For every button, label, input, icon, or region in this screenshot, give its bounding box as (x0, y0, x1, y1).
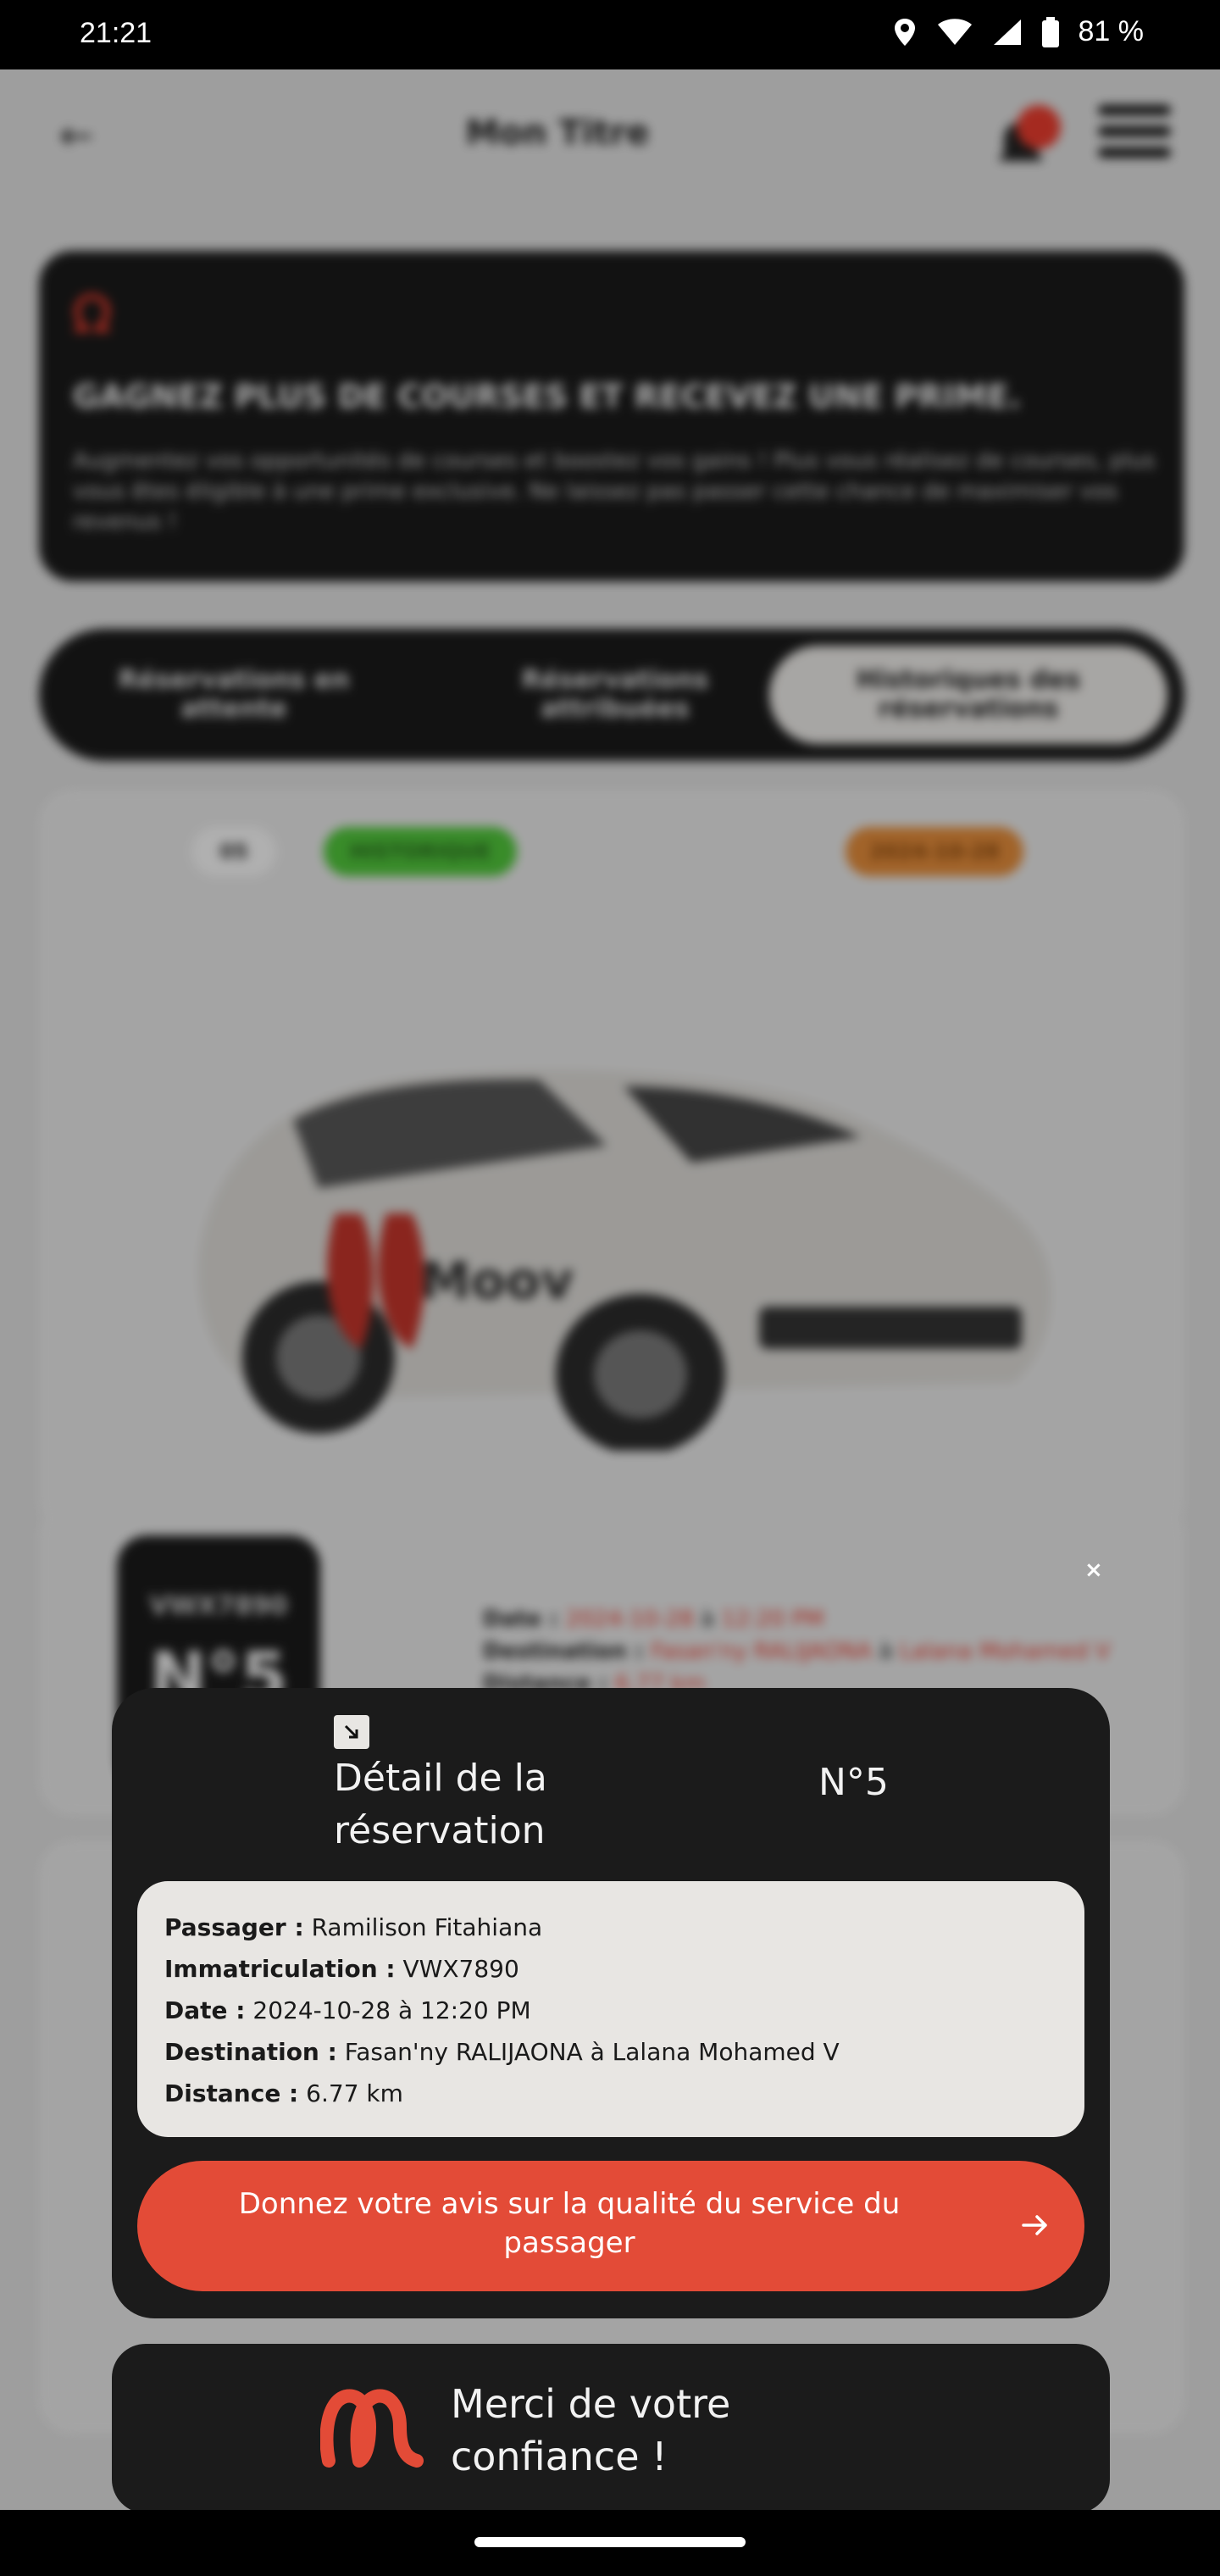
distance-value: 6.77 km (306, 2079, 403, 2107)
arrow-right-icon (1022, 2215, 1047, 2235)
date-value: 2024-10-28 à 12:20 PM (252, 1996, 531, 2024)
battery-icon (1041, 16, 1059, 47)
date-label: Date : (164, 1996, 246, 2024)
detail-row-date: Date : 2024-10-28 à 12:20 PM (164, 1990, 1057, 2031)
brand-logo-icon (320, 2389, 424, 2468)
destination-label: Destination : (164, 2038, 337, 2066)
location-icon (894, 18, 915, 46)
reservation-detail-modal: Détail de la réservation N°5 Passager : … (112, 1688, 1110, 2318)
status-bar: 21:21 81 % (0, 0, 1220, 69)
thanks-banner: Merci de votre confiance ! (112, 2344, 1110, 2513)
plate-label: Immatriculation : (164, 1955, 396, 1983)
modal-title: Détail de la réservation (334, 1757, 547, 1852)
signal-icon (993, 19, 1021, 45)
battery-level: 81 % (1078, 15, 1145, 47)
rate-button-label: Donnez votre avis sur la qualité du serv… (238, 2187, 901, 2260)
thanks-text: Merci de votre confiance ! (451, 2381, 731, 2479)
reservation-details: Passager : Ramilison Fitahiana Immatricu… (137, 1881, 1084, 2137)
distance-label: Distance : (164, 2079, 299, 2107)
passenger-value: Ramilison Fitahiana (311, 1913, 543, 1941)
detail-row-distance: Distance : 6.77 km (164, 2073, 1057, 2114)
passenger-label: Passager : (164, 1913, 304, 1941)
expand-icon[interactable] (334, 1715, 369, 1749)
wifi-icon (937, 18, 972, 45)
modal-reservation-number: N°5 (818, 1761, 889, 1804)
navigation-bar (0, 2510, 1220, 2576)
destination-value: Fasan'ny RALIJAONA à Lalana Mohamed V (344, 2038, 840, 2066)
plate-value: VWX7890 (402, 1955, 519, 1983)
close-icon[interactable]: × (1084, 1557, 1103, 1583)
status-icons: 81 % (892, 15, 1145, 48)
status-time: 21:21 (80, 17, 152, 49)
home-handle[interactable] (474, 2537, 746, 2547)
detail-row-passenger: Passager : Ramilison Fitahiana (164, 1907, 1057, 1948)
detail-row-plate: Immatriculation : VWX7890 (164, 1948, 1057, 1990)
rate-passenger-button[interactable]: Donnez votre avis sur la qualité du serv… (137, 2161, 1084, 2291)
detail-row-destination: Destination : Fasan'ny RALIJAONA à Lalan… (164, 2031, 1057, 2073)
